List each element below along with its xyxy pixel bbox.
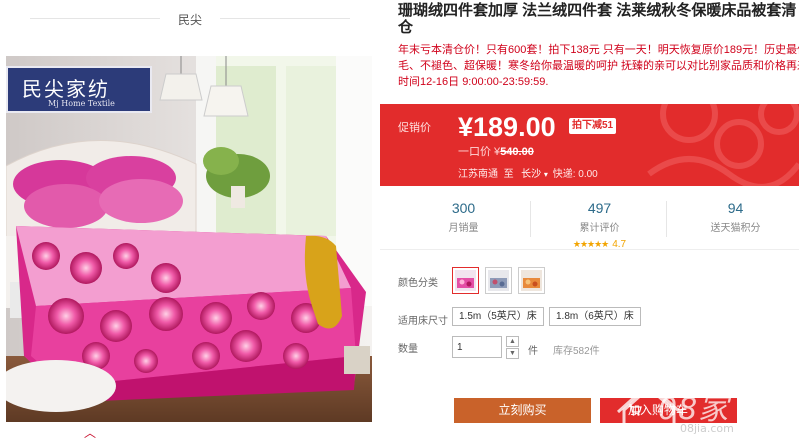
gallery-panel: 民尖 民尖家纺 Mj Home Textile ︿	[0, 0, 380, 439]
rating: ★★★★★ 4.7	[530, 236, 669, 250]
reward-points-value: 94	[727, 200, 744, 216]
color-swatch-pink[interactable]	[452, 267, 479, 294]
shop-name[interactable]: 民尖	[0, 11, 380, 28]
swatch-thumbnail	[488, 270, 509, 291]
quantity-unit: 件	[528, 346, 538, 357]
total-reviews-value: 497	[587, 200, 612, 216]
brand-name-en: Mj Home Textile	[48, 99, 115, 108]
cart-icon	[629, 404, 642, 416]
promo-line: 时间12-16日 9:00:00-23:59:59.	[398, 76, 549, 88]
shop-header: 民尖	[0, 0, 380, 36]
original-price-value: 540.00	[500, 146, 534, 158]
total-reviews[interactable]: 497 累计评价 ★★★★★ 4.7	[530, 200, 669, 250]
color-swatch-blue[interactable]	[485, 267, 512, 294]
quantity-input[interactable]	[452, 336, 502, 358]
ship-to-word: 至	[503, 169, 514, 180]
star-icon: ★★★★★	[572, 239, 609, 249]
ship-from: 江苏南通	[458, 169, 498, 180]
chevron-down-icon: ▾	[543, 170, 548, 179]
quantity-increase-button[interactable]: ▲	[506, 336, 519, 347]
product-info-panel: 珊瑚绒四件套加厚 法兰绒四件套 法莱绒秋冬保暖床品被套清 仓 年末亏本清仓价！只…	[380, 0, 799, 439]
price-panel: 促销价 ¥189.00 拍下减51 一口价 ¥540.00 江苏南通 至 长沙 …	[380, 104, 799, 186]
buy-now-button[interactable]: 立刻购买	[454, 398, 591, 423]
stats-bar: 300 月销量 497 累计评价 ★★★★★ 4.7 94 送天猫积分	[380, 192, 799, 250]
promo-price-label: 促销价	[398, 122, 431, 134]
product-title-line1: 珊瑚绒四件套加厚 法兰绒四件套 法莱绒秋冬保暖床品被套清	[398, 2, 797, 19]
brand-name-cn: 民尖家纺	[22, 77, 110, 101]
promo-text: 年末亏本清仓价！只有600套！拍下138元 只有一天！明天恢复原价189元！历史…	[398, 42, 799, 90]
total-reviews-label: 累计评价	[579, 223, 620, 234]
decorative-pattern	[647, 104, 799, 186]
ship-destination: 长沙	[521, 169, 542, 180]
size-option-1-5m[interactable]: 1.5m（5英尺）床	[452, 307, 544, 326]
product-title: 珊瑚绒四件套加厚 法兰绒四件套 法莱绒秋冬保暖床品被套清 仓	[398, 2, 798, 36]
original-price-label: 一口价 ¥	[458, 146, 501, 158]
brand-logo: 民尖家纺 Mj Home Textile	[6, 66, 152, 113]
swatch-thumbnail	[455, 270, 476, 291]
chevron-up-icon[interactable]: ︿	[82, 427, 98, 439]
swatch-thumbnail	[521, 270, 542, 291]
color-swatch-orange[interactable]	[518, 267, 545, 294]
shipping-fee: 快递: 0.00	[552, 169, 598, 180]
current-price: ¥189.00	[458, 112, 556, 142]
size-label: 适用床尺寸	[398, 316, 448, 327]
reward-points-label: 送天猫积分	[710, 223, 761, 234]
monthly-sales-label: 月销量	[448, 223, 479, 234]
promo-line: 年末亏本清仓价！只有600套！拍下138元 只有一天！明天恢复原价189元！历史…	[398, 44, 799, 56]
ship-destination-select[interactable]: 长沙 ▾	[521, 169, 548, 180]
monthly-sales: 300 月销量	[394, 200, 533, 234]
promo-line: 毛、不褪色、超保暖！寒冬给你最温暖的呵护 抚臻的亲可以对比别家品质和价格再来！活…	[398, 60, 799, 72]
reward-points: 94 送天猫积分	[666, 200, 799, 234]
watermark-url: 08jia.com	[680, 422, 734, 435]
quantity-decrease-button[interactable]: ▼	[506, 348, 519, 359]
discount-badge: 拍下减51	[569, 118, 617, 134]
monthly-sales-value: 300	[451, 200, 476, 216]
size-option-1-8m[interactable]: 1.8m（6英尺）床	[549, 307, 641, 326]
product-title-line2: 仓	[398, 19, 414, 36]
color-label: 颜色分类	[398, 278, 438, 289]
quantity-label: 数量	[398, 344, 418, 355]
original-price: 一口价 ¥540.00	[458, 143, 534, 159]
stock-count: 库存582件	[553, 346, 600, 357]
rating-value: 4.7	[612, 239, 627, 250]
shipping-info: 江苏南通 至 长沙 ▾ 快递: 0.00	[458, 165, 598, 180]
